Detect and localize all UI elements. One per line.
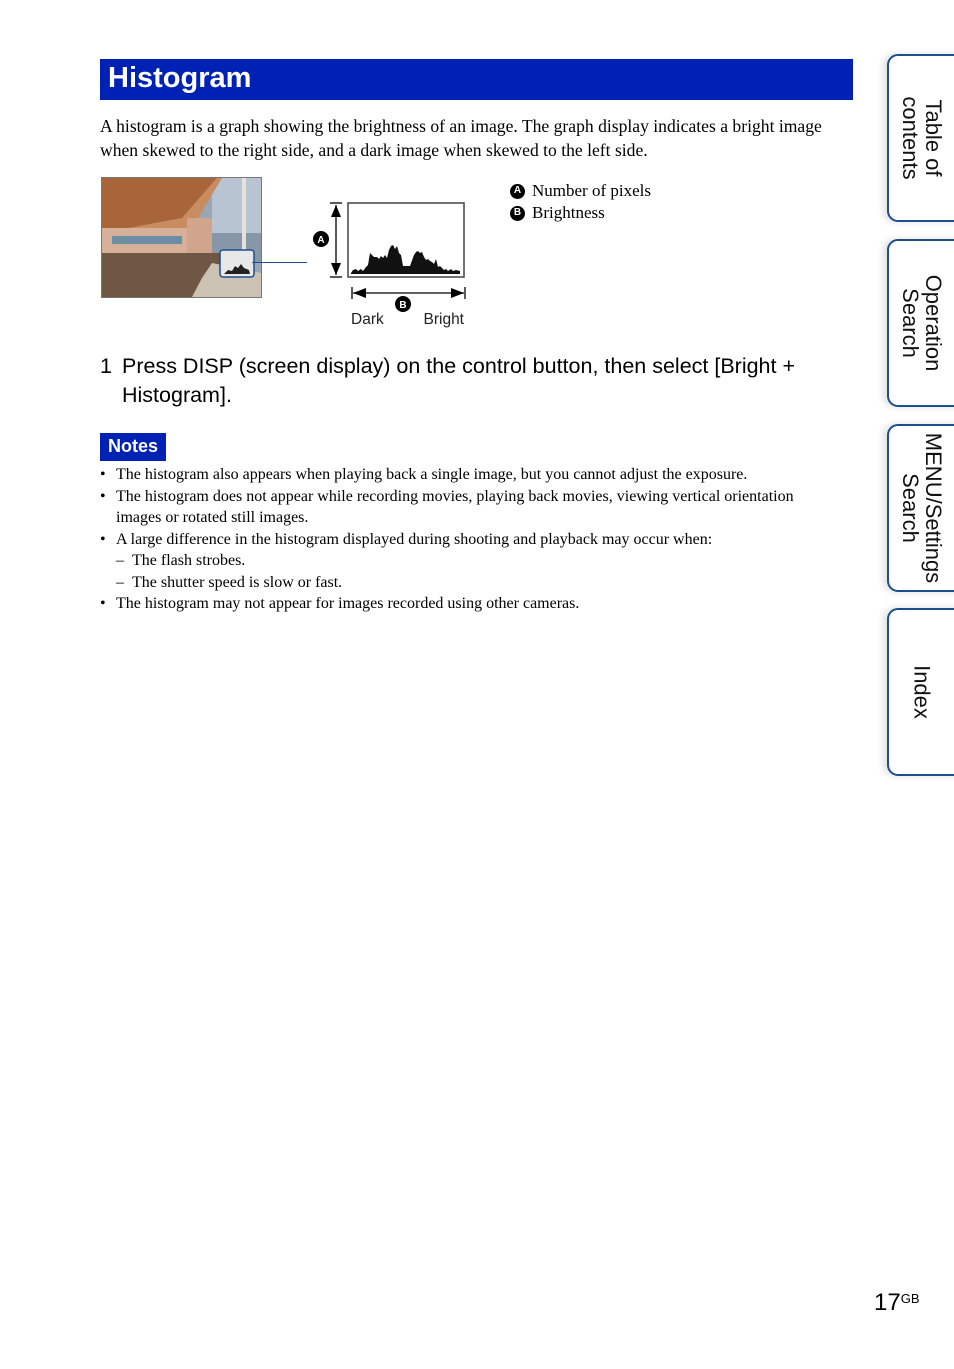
axis-a-badge: A [313,231,329,247]
note-sublist: – The flash strobes. – The shutter speed i… [116,550,840,593]
horizontal-axis-arrow [351,287,466,299]
note-item: • The histogram also appears when playing… [100,466,748,483]
legend-label: Number of pixels [532,181,651,200]
axis-b-badge: B [395,296,411,312]
badge-a-icon: A [510,183,525,199]
page-title: Histogram [108,62,252,94]
note-item: • The histogram does not appear while rec… [100,487,794,527]
intro-paragraph: A histogram is a graph showing the brigh… [100,116,822,160]
tab-operation-search[interactable]: Operation Search [887,239,954,407]
step-1: 1 Press DISP (screen display) on the con… [100,352,840,410]
tab-label: MENU/Settings Search [898,432,946,584]
step-text: Press DISP (screen display) on the contr… [122,354,796,407]
page-suffix: GB [900,1291,920,1306]
note-item: • The histogram may not appear for images… [100,595,580,612]
note-subitem: – The shutter speed is slow or fast. [116,573,343,591]
title-bar: Histogram [100,59,853,100]
step-number: 1 [100,354,112,378]
photo-illustration [102,178,261,297]
tab-label: Table of contents [898,96,946,180]
notes-heading: Notes [100,433,166,461]
legend-item-a: A Number of pixels [510,180,651,202]
legend-label: Brightness [532,203,605,222]
svg-text:B: B [399,300,406,311]
histogram-frame [347,202,465,278]
note-item: • A large difference in the histogram dis… [100,529,840,594]
note-subitem: – The flash strobes. [116,552,246,569]
sample-photo [101,177,262,298]
page-number: 17GB [874,1289,920,1316]
tab-menu-settings-search[interactable]: MENU/Settings Search [887,424,954,592]
tab-label: Index [909,665,935,719]
legend-item-b: B Brightness [510,202,651,224]
tab-label: Operation Search [898,274,946,372]
vertical-axis-arrow [330,202,342,278]
tab-table-of-contents[interactable]: Table of contents [887,54,954,222]
callout-line [252,262,307,263]
bright-label: Bright [423,311,465,328]
notes-list: • The histogram also appears when playing… [100,464,840,615]
badge-b-icon: B [510,205,525,221]
legend: A Number of pixels B Brightness [510,180,651,224]
dark-label: Dark [351,311,384,328]
svg-text:A: A [317,235,324,246]
tab-index[interactable]: Index [887,608,954,776]
